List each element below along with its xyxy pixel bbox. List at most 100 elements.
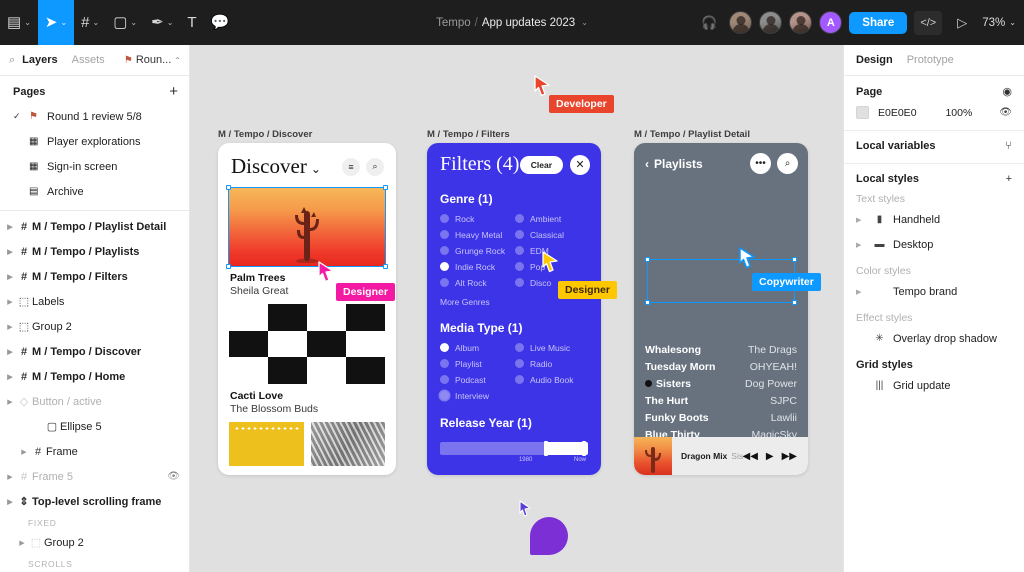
filter-option[interactable]: Live Music [515, 341, 590, 354]
layer-row[interactable]: ▶ ◇ Button / active [0, 389, 189, 414]
dev-mode-icon[interactable]: </> [914, 10, 943, 35]
filter-option[interactable]: Playlist [440, 357, 515, 370]
search-icon[interactable]: ⌕ [9, 54, 15, 67]
track-row[interactable]: Funky Boots Lawlii [645, 409, 797, 426]
mini-player[interactable]: Dragon Mix Sisters ◀◀ ▶ ▶▶ [634, 437, 808, 475]
chevron-right-icon[interactable]: ▶ [4, 398, 16, 406]
filter-option[interactable]: Interview [440, 389, 515, 402]
radio-button[interactable] [515, 230, 524, 239]
search-icon[interactable]: ⌕ [366, 157, 384, 176]
radio-button[interactable] [440, 359, 449, 368]
page-item[interactable]: ▤ Archive [0, 179, 189, 204]
layer-row[interactable]: ▶ # M / Tempo / Filters [0, 264, 189, 289]
back-button[interactable]: ‹ Playlists [645, 157, 703, 171]
design-canvas[interactable]: M / Tempo / Discover Discover ⌄ ≡ ⌕ Palm… [190, 45, 843, 572]
chevron-right-icon[interactable]: ▶ [4, 498, 16, 506]
style-row[interactable]: ▶ Tempo brand [856, 279, 1012, 304]
radio-button[interactable] [440, 246, 449, 255]
add-page-button[interactable]: + [169, 84, 178, 99]
zoom-control[interactable]: 73% ⌄ [982, 17, 1016, 29]
tile-yellow[interactable] [229, 422, 304, 466]
filter-icon[interactable]: ≡ [342, 157, 360, 176]
filter-option[interactable]: Indie Rock [440, 260, 515, 273]
radio-button[interactable] [440, 230, 449, 239]
layer-row[interactable]: ▶ # M / Tempo / Playlists [0, 239, 189, 264]
page-background-row[interactable]: E0E0E0 100% 👁 [856, 106, 1012, 119]
share-button[interactable]: Share [849, 11, 908, 34]
radio-button[interactable] [440, 391, 449, 400]
local-variables-section[interactable]: Local variables ⑂ [844, 131, 1024, 164]
avatar-user-2[interactable] [759, 11, 783, 34]
add-style-button[interactable]: + [1006, 173, 1012, 185]
tab-layers[interactable]: Layers [22, 54, 57, 66]
layer-row[interactable]: ▶ ⇕ Top-level scrolling frame [0, 489, 189, 514]
purple-shape[interactable] [530, 517, 568, 555]
color-swatch[interactable] [856, 106, 869, 119]
layer-row[interactable]: ▶ # M / Tempo / Playlist Detail [0, 214, 189, 239]
chevron-right-icon[interactable]: ▶ [856, 288, 866, 296]
tile-photo[interactable] [310, 422, 385, 466]
radio-button[interactable] [515, 359, 524, 368]
eye-icon[interactable]: 👁 [167, 471, 180, 482]
radio-button[interactable] [515, 343, 524, 352]
frame-tool-icon[interactable]: # ⌄ [74, 0, 106, 45]
radio-button[interactable] [440, 278, 449, 287]
menu-icon[interactable]: ▤ ⌄ [0, 0, 38, 45]
discover-title[interactable]: Discover ⌄ [231, 154, 321, 179]
breadcrumb-project[interactable]: Tempo [436, 17, 471, 29]
present-play-icon[interactable]: ▷ [949, 10, 975, 36]
breadcrumb-file[interactable]: App updates 2023 [482, 17, 575, 29]
avatar-user-3[interactable] [789, 11, 813, 34]
slider-knob-min[interactable] [543, 441, 548, 456]
media-type-options[interactable]: Album Live Music Playlist Radio Podcast Audio… [427, 341, 601, 402]
style-row[interactable]: ✳ Overlay drop shadow [856, 326, 1012, 351]
release-year-slider[interactable]: 1980 Now [427, 436, 601, 463]
filter-option[interactable]: Podcast [440, 373, 515, 386]
style-row[interactable]: ▶ ▮ Handheld [856, 207, 1012, 232]
track-row[interactable]: The Hurt SJPC [645, 392, 797, 409]
branch-selector[interactable]: ⚑ Roun... ⌃ [124, 54, 181, 66]
more-options-icon[interactable]: ••• [750, 153, 771, 174]
radio-button[interactable] [515, 375, 524, 384]
page-item[interactable]: ▦ Sign-in screen [0, 154, 189, 179]
filter-option[interactable]: Alt Rock [440, 276, 515, 289]
style-row[interactable]: ▶ ▬ Desktop [856, 232, 1012, 257]
radio-button[interactable] [440, 375, 449, 384]
filter-option[interactable]: Rock [440, 212, 515, 225]
chevron-right-icon[interactable]: ▶ [856, 216, 866, 224]
close-icon[interactable]: ✕ [570, 154, 590, 175]
previous-track-icon[interactable]: ◀◀ [743, 451, 758, 462]
chevron-down-icon[interactable]: ⌄ [24, 18, 31, 27]
layer-row[interactable]: ▶▢Ellipse 5 [0, 414, 189, 439]
avatar-current-user[interactable]: A [819, 11, 843, 34]
sliders-icon[interactable]: ⑂ [1005, 140, 1012, 152]
chevron-right-icon[interactable]: ▶ [4, 373, 16, 381]
page-item[interactable]: ▦ Player explorations [0, 129, 189, 154]
chevron-right-icon[interactable]: ▶ [16, 539, 28, 547]
shape-tool-icon[interactable]: ▢ ⌄ [106, 0, 144, 45]
radio-button[interactable] [440, 343, 449, 352]
move-tool-icon[interactable]: ➤ ⌄ [37, 0, 75, 45]
frame-label-discover[interactable]: M / Tempo / Discover [218, 129, 312, 140]
frame-label-filters[interactable]: M / Tempo / Filters [427, 129, 510, 140]
eye-icon[interactable]: 👁 [999, 107, 1012, 118]
chevron-right-icon[interactable]: ▶ [18, 448, 30, 456]
avatar-user-1[interactable] [729, 11, 753, 34]
layer-row[interactable]: ▶ # Frame [0, 439, 189, 464]
filter-option[interactable]: EDM [515, 244, 590, 257]
chevron-right-icon[interactable]: ▶ [4, 223, 16, 231]
radio-button[interactable] [515, 214, 524, 223]
frame-label-playlist-detail[interactable]: M / Tempo / Playlist Detail [634, 129, 750, 140]
chevron-down-icon[interactable]: ⌄ [93, 18, 100, 27]
chevron-right-icon[interactable]: ▶ [4, 323, 16, 331]
radio-button[interactable] [515, 278, 524, 287]
clear-filters-button[interactable]: Clear [519, 155, 563, 174]
filter-option[interactable]: Classical [515, 228, 590, 241]
page-item[interactable]: ✓ ⚑ Round 1 review 5/8 [0, 104, 189, 129]
comment-tool-icon[interactable]: 💬 [204, 0, 237, 45]
search-icon[interactable]: ⌕ [777, 153, 798, 174]
page-opacity[interactable]: 100% [945, 107, 972, 119]
chevron-right-icon[interactable]: ▶ [856, 241, 866, 249]
headphones-icon[interactable]: 🎧 [696, 10, 722, 36]
track-row[interactable]: Tuesday Morn OHYEAH! [645, 358, 797, 375]
